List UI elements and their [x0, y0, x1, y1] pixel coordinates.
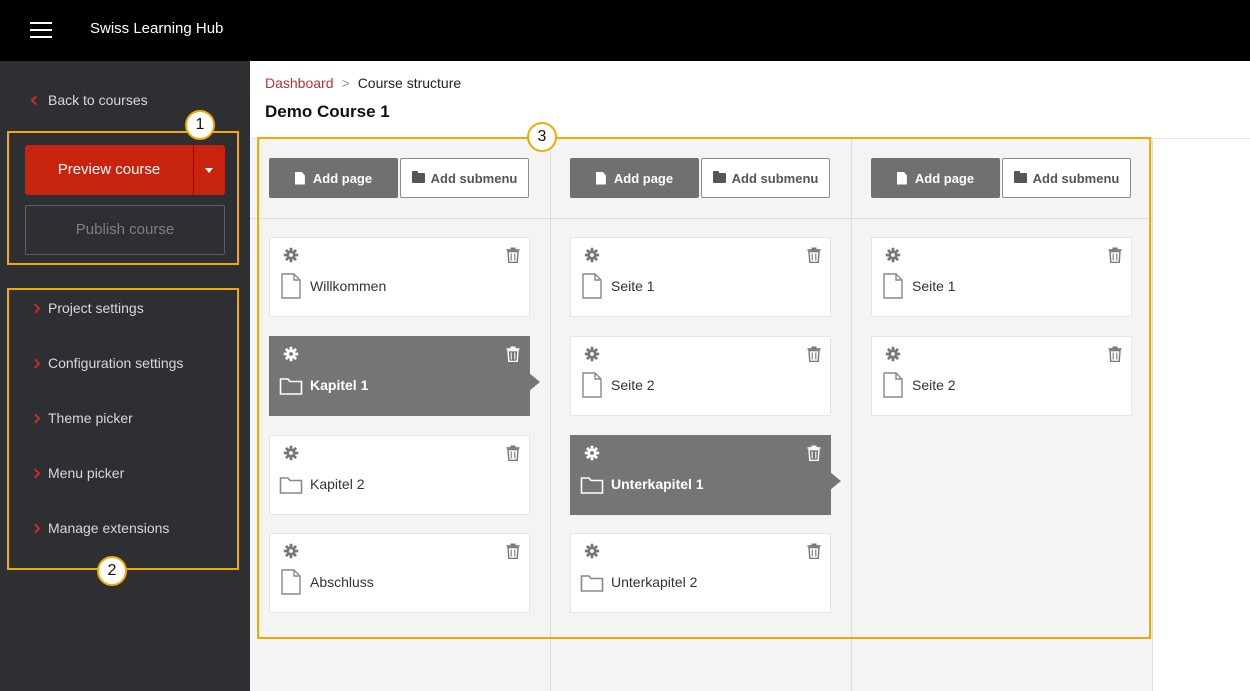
page-title: Demo Course 1: [265, 102, 390, 121]
breadcrumb: Dashboard > Course structure: [265, 75, 461, 91]
back-to-courses-link[interactable]: Back to courses: [30, 92, 148, 108]
hamburger-menu-icon[interactable]: [30, 22, 52, 38]
annotation-badge-3: 3: [527, 122, 557, 152]
breadcrumb-dashboard-link[interactable]: Dashboard: [265, 75, 334, 91]
annotation-box-3: [257, 137, 1151, 639]
annotation-badge-2: 2: [97, 556, 127, 586]
annotation-badge-1: 1: [185, 110, 215, 140]
top-bar: Swiss Learning Hub: [0, 0, 1250, 61]
app-title: Swiss Learning Hub: [90, 20, 224, 37]
back-to-courses-label: Back to courses: [48, 92, 148, 108]
annotation-box-1: [7, 131, 239, 265]
chevron-left-icon: [30, 95, 41, 105]
breadcrumb-separator: >: [341, 75, 350, 91]
annotation-box-2: [7, 288, 239, 570]
breadcrumb-current: Course structure: [357, 75, 462, 91]
